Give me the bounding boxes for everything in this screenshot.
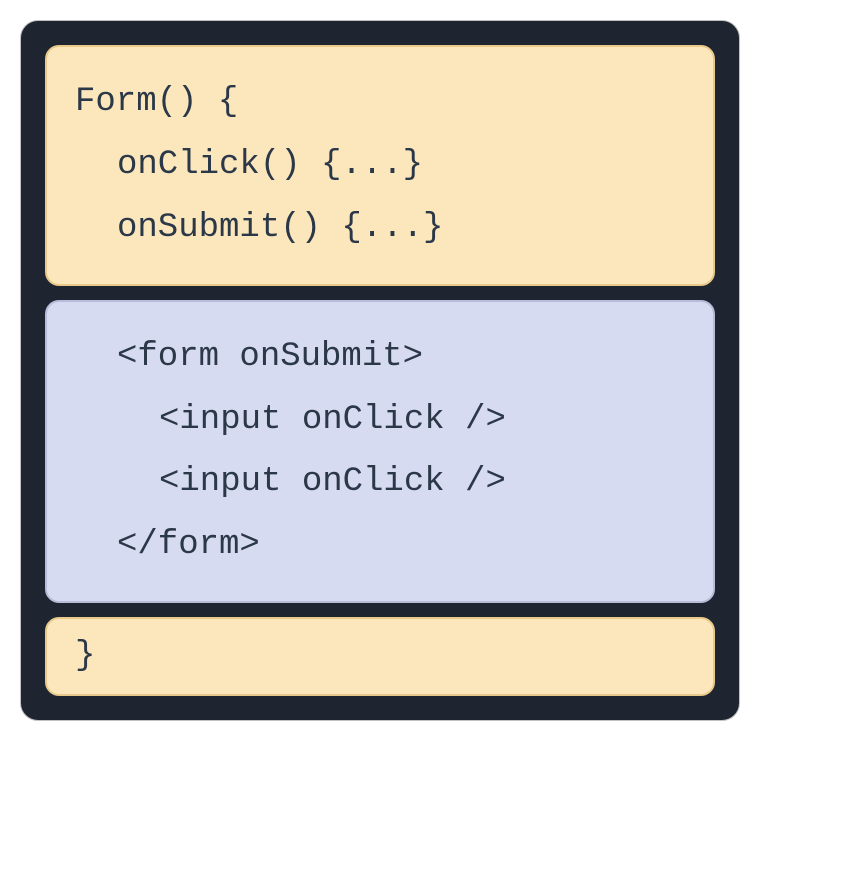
- code-line-input-2: <input onClick />: [75, 451, 685, 514]
- code-line-onclick: onClick() {...}: [75, 134, 685, 197]
- code-line-form-tag-open: <form onSubmit>: [75, 326, 685, 389]
- code-line-close-brace: }: [75, 631, 685, 682]
- function-declaration-block: Form() { onClick() {...} onSubmit() {...…: [45, 45, 715, 286]
- code-line-form-tag-close: </form>: [75, 514, 685, 577]
- code-diagram-container: Form() { onClick() {...} onSubmit() {...…: [20, 20, 740, 721]
- code-line-input-1: <input onClick />: [75, 389, 685, 452]
- jsx-block: <form onSubmit> <input onClick /> <input…: [45, 300, 715, 604]
- code-line-onsubmit: onSubmit() {...}: [75, 197, 685, 260]
- function-close-block: }: [45, 617, 715, 696]
- code-line-form-open: Form() {: [75, 71, 685, 134]
